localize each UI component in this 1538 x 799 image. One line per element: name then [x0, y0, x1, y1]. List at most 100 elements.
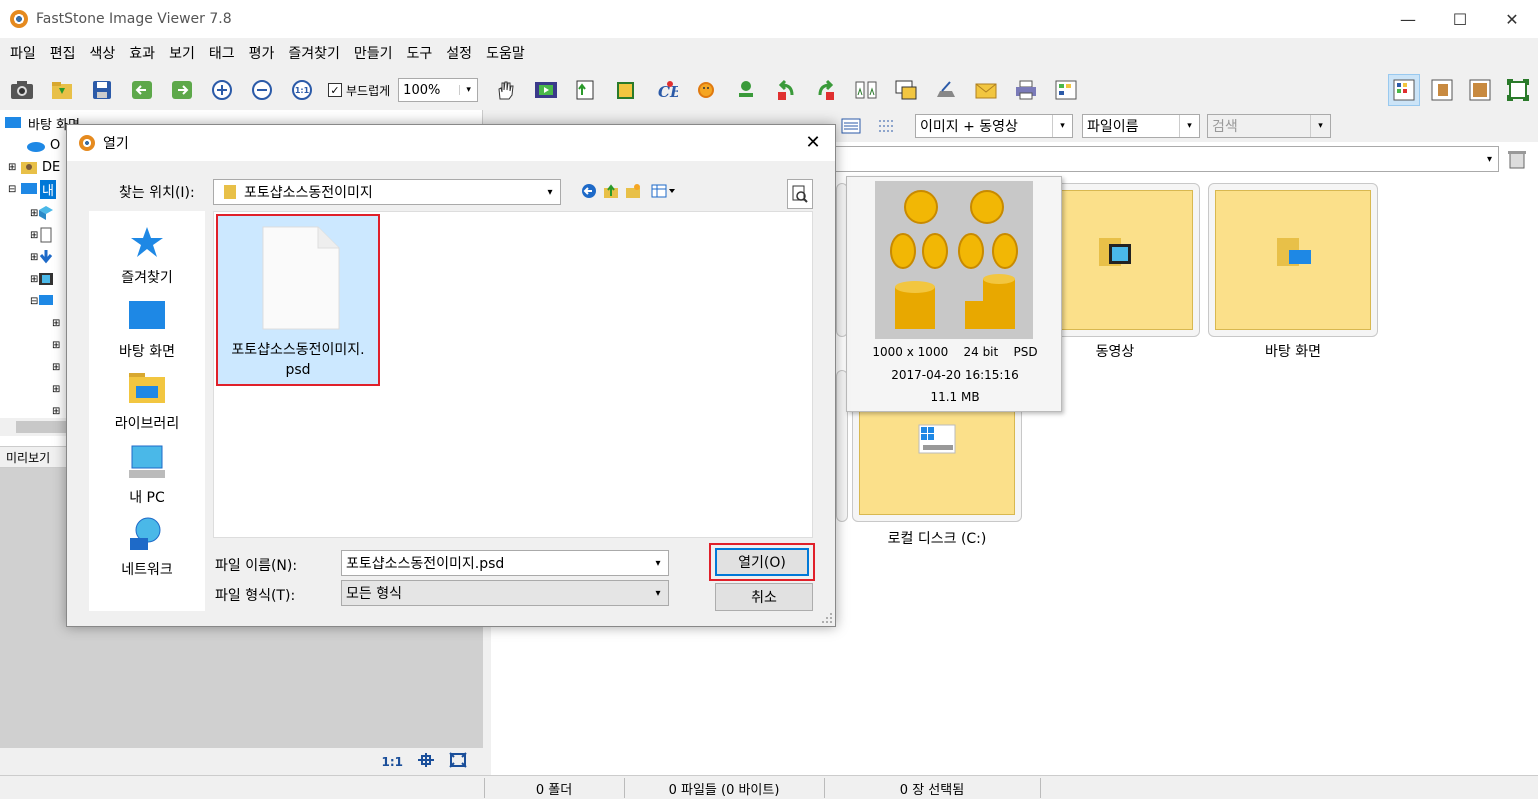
- brightness-button[interactable]: [692, 76, 720, 104]
- tree-item-sub-2[interactable]: ⊞: [52, 334, 60, 356]
- file-type-select[interactable]: 모든 형식 ▾: [341, 580, 669, 606]
- close-button[interactable]: ✕: [1486, 0, 1538, 38]
- file-item-psd[interactable]: 포토샵소스동전이미지. psd: [216, 214, 380, 386]
- wallpaper-button[interactable]: [892, 76, 920, 104]
- trash-button[interactable]: [1507, 148, 1527, 170]
- fullscreen-button[interactable]: [1502, 74, 1534, 106]
- dialog-close-button[interactable]: ✕: [803, 133, 823, 153]
- slideshow-button[interactable]: [532, 76, 560, 104]
- view-list-button[interactable]: [877, 118, 897, 138]
- resize-button[interactable]: [572, 76, 600, 104]
- new-folder-button[interactable]: [625, 183, 641, 199]
- folder-thumb-desktop[interactable]: [1208, 183, 1378, 337]
- stamp-button[interactable]: [732, 76, 760, 104]
- smooth-checkbox[interactable]: ✓ 부드럽게: [328, 82, 390, 99]
- open-file-button[interactable]: 열기(O): [715, 548, 809, 576]
- smooth-check-box[interactable]: ✓: [328, 83, 342, 97]
- chevron-down-icon[interactable]: ▾: [648, 558, 668, 569]
- expand-icon[interactable]: ⊞: [52, 384, 60, 395]
- tree-item-sub-1[interactable]: ⊞: [52, 312, 60, 334]
- email-button[interactable]: [972, 76, 1000, 104]
- menu-effects[interactable]: 효과: [122, 38, 162, 70]
- sort-select[interactable]: 파일이름 ▾: [1082, 114, 1200, 138]
- zoom-in-button[interactable]: [208, 76, 236, 104]
- preview-toggle-button[interactable]: [787, 179, 813, 209]
- layout-preview-button[interactable]: [1426, 74, 1458, 106]
- next-button[interactable]: [168, 76, 196, 104]
- layout-full-button[interactable]: [1464, 74, 1496, 106]
- compare-button[interactable]: [852, 76, 880, 104]
- menu-tools[interactable]: 도구: [400, 38, 440, 70]
- view-menu-button[interactable]: [651, 183, 677, 199]
- search-box[interactable]: 검색 ▾: [1207, 114, 1331, 138]
- menu-rating[interactable]: 평가: [242, 38, 282, 70]
- tree-item-3d[interactable]: ⊞: [30, 202, 54, 224]
- file-name-input[interactable]: 포토샵소스동전이미지.psd ▾: [341, 550, 669, 576]
- rotate-right-button[interactable]: [812, 76, 840, 104]
- place-libraries[interactable]: 라이브러리: [89, 369, 205, 433]
- minimize-button[interactable]: —: [1382, 0, 1434, 38]
- file-name-value[interactable]: 포토샵소스동전이미지.psd: [342, 553, 648, 573]
- expand-icon[interactable]: ⊞: [30, 252, 38, 263]
- previous-button[interactable]: [128, 76, 156, 104]
- path-bar[interactable]: ▾: [831, 146, 1499, 172]
- look-in-select[interactable]: 포토샵소스동전이미지 ▾: [213, 179, 561, 205]
- menu-create[interactable]: 만들기: [347, 38, 400, 70]
- actual-size-button[interactable]: 1:1: [288, 76, 316, 104]
- tree-item-onedrive[interactable]: O: [26, 134, 60, 156]
- contact-sheet-button[interactable]: [1052, 76, 1080, 104]
- tree-item-user[interactable]: ⊞ DE: [8, 156, 60, 178]
- zoom-out-button[interactable]: [248, 76, 276, 104]
- menu-tags[interactable]: 태그: [202, 38, 242, 70]
- crop-button[interactable]: [612, 76, 640, 104]
- search-input[interactable]: 검색: [1208, 116, 1310, 136]
- collapse-icon[interactable]: ⊟: [30, 296, 38, 307]
- scanner-button[interactable]: [932, 76, 960, 104]
- expand-icon[interactable]: ⊞: [30, 208, 38, 219]
- cancel-button[interactable]: 취소: [715, 583, 813, 611]
- place-desktop[interactable]: 바탕 화면: [89, 297, 205, 361]
- tree-item-mypc[interactable]: ⊟ 내: [8, 178, 56, 200]
- menu-view[interactable]: 보기: [162, 38, 202, 70]
- up-folder-button[interactable]: [603, 183, 619, 199]
- rotate-left-button[interactable]: [772, 76, 800, 104]
- menu-settings[interactable]: 설정: [439, 38, 479, 70]
- open-button[interactable]: [48, 76, 76, 104]
- expand-icon[interactable]: ⊞: [52, 340, 60, 351]
- expand-icon[interactable]: ⊞: [52, 362, 60, 373]
- tree-item-desktop-sub[interactable]: ⊟: [30, 290, 54, 312]
- expand-icon[interactable]: ⊞: [8, 162, 20, 173]
- zoom-select[interactable]: 100% ▾: [398, 78, 479, 102]
- layout-browser-button[interactable]: [1388, 74, 1420, 106]
- place-network[interactable]: 네트워크: [89, 515, 205, 579]
- hand-tool-button[interactable]: [492, 76, 520, 104]
- color-balance-button[interactable]: CB: [652, 76, 680, 104]
- camera-button[interactable]: [8, 76, 36, 104]
- view-details-button[interactable]: [841, 118, 861, 138]
- fit-window-button[interactable]: [449, 752, 467, 771]
- menu-help[interactable]: 도움말: [479, 38, 532, 70]
- place-mypc[interactable]: 내 PC: [89, 443, 205, 507]
- menu-color[interactable]: 색상: [83, 38, 123, 70]
- fit-button[interactable]: [417, 752, 435, 771]
- save-button[interactable]: [88, 76, 116, 104]
- expand-icon[interactable]: ⊞: [52, 318, 60, 329]
- expand-icon[interactable]: ⊞: [30, 274, 38, 285]
- zoom-1to1-button[interactable]: 1:1: [382, 755, 404, 769]
- print-button[interactable]: [1012, 76, 1040, 104]
- maximize-button[interactable]: ☐: [1434, 0, 1486, 38]
- tree-item-videos[interactable]: ⊞: [30, 268, 54, 290]
- filter-select[interactable]: 이미지 + 동영상 ▾: [915, 114, 1073, 138]
- menu-favorites[interactable]: 즐겨찾기: [281, 38, 347, 70]
- tree-item-sub-3[interactable]: ⊞: [52, 356, 60, 378]
- collapse-icon[interactable]: ⊟: [8, 184, 20, 195]
- expand-icon[interactable]: ⊞: [30, 230, 38, 241]
- back-button[interactable]: [581, 183, 597, 199]
- place-favorites[interactable]: 즐겨찾기: [89, 223, 205, 287]
- tree-item-sub-4[interactable]: ⊞: [52, 378, 60, 400]
- menu-file[interactable]: 파일: [3, 38, 43, 70]
- expand-icon[interactable]: ⊞: [52, 406, 60, 417]
- resize-grip-icon[interactable]: [821, 612, 833, 624]
- tree-item-downloads[interactable]: ⊞: [30, 246, 54, 268]
- tree-item-documents[interactable]: ⊞: [30, 224, 54, 246]
